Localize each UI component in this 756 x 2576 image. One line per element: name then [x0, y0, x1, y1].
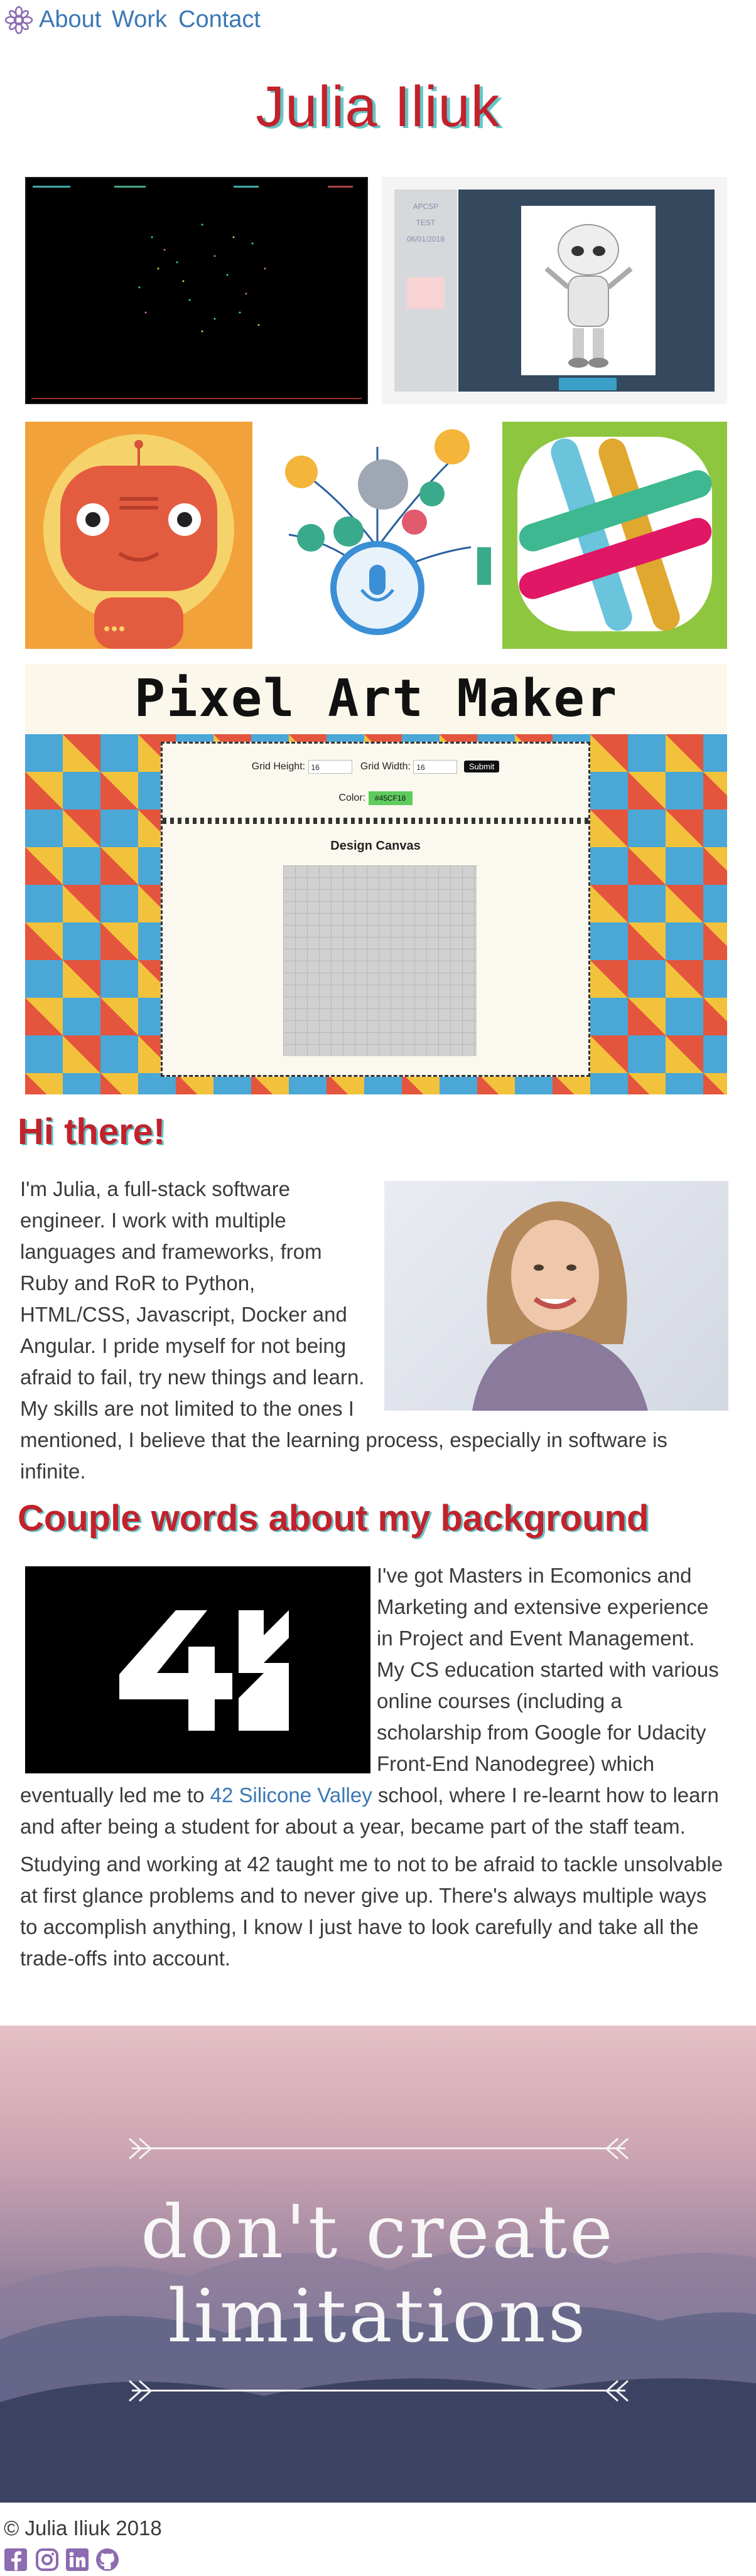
sign-in-button[interactable] [559, 378, 617, 390]
voice-assistant-illustration [285, 429, 491, 635]
background-heading: Couple words about my background [18, 1498, 649, 1539]
background-paragraph-2: Studying and working at 42 taught me to … [20, 1852, 723, 1970]
banner-divider-top [132, 2147, 625, 2149]
color-row: Color: #45CF18 [163, 791, 588, 805]
robot-image [521, 206, 656, 375]
gear-flower-icon[interactable] [4, 5, 34, 35]
grid-height-input[interactable]: 16 [308, 760, 352, 774]
project-slack-clone[interactable] [502, 422, 727, 649]
project-pixel-art-maker[interactable]: Pixel Art Maker Grid Height: 16 Grid Wid… [25, 664, 727, 1094]
project-robot-face[interactable] [25, 422, 252, 649]
quote-banner: don't create limitations [0, 2026, 756, 2503]
arrow-fletch-icon-left [129, 2137, 153, 2160]
arrow-fletch-icon-left-bottom [129, 2380, 153, 2402]
hi-heading: Hi there! [18, 1111, 166, 1152]
nav-link-contact[interactable]: Contact [178, 6, 261, 33]
grid-size-row: Grid Height: 16 Grid Width: 16 Submit [163, 760, 588, 774]
hi-text: I'm Julia, a full-stack software enginee… [20, 1173, 727, 1487]
site-title: Julia Iliuk [256, 75, 500, 139]
warning-box [407, 277, 445, 309]
panel-divider [163, 818, 588, 824]
nav-link-about[interactable]: About [39, 6, 101, 33]
test-main-panel [458, 190, 715, 392]
project-voice-assistant[interactable] [264, 422, 491, 649]
color-label: Color: [338, 793, 366, 804]
linkedin-icon[interactable] [65, 2548, 89, 2572]
game-footer-bar [31, 398, 362, 399]
color-picker[interactable]: #45CF18 [368, 791, 413, 805]
banner-quote-line-2: limitations [168, 2274, 588, 2359]
sidebar-text-course: APCSP [413, 202, 439, 211]
grid-width-input[interactable]: 16 [413, 760, 458, 774]
background-text: I've got Masters in Ecomonics and Market… [20, 1560, 727, 1974]
test-sidebar: APCSP TEST 06/01/2018 [394, 190, 457, 392]
sidebar-text-date: 06/01/2018 [406, 235, 445, 243]
project-space-game[interactable] [25, 177, 368, 404]
grid-height-label: Grid Height: [251, 761, 306, 772]
grid-width-label: Grid Width: [360, 761, 411, 772]
logo-float-spacer [20, 1560, 377, 1776]
design-canvas-title: Design Canvas [330, 839, 421, 853]
facebook-icon[interactable] [4, 2548, 28, 2572]
footer-copyright: © Julia Iliuk 2018 [4, 2516, 162, 2540]
instagram-icon[interactable] [35, 2548, 59, 2572]
arrow-head-icon-right [605, 2137, 629, 2160]
project-apcsp-test[interactable]: APCSP TEST 06/01/2018 [382, 177, 727, 404]
banner-quote-line-1: don't create [141, 2190, 615, 2275]
github-icon[interactable] [95, 2548, 119, 2572]
design-canvas-grid[interactable] [283, 865, 477, 1056]
nav-link-work[interactable]: Work [112, 6, 167, 33]
portrait-float-spacer [365, 1173, 727, 1416]
arrow-head-icon-right-bottom [605, 2380, 629, 2402]
sidebar-text-test: TEST [416, 218, 436, 227]
school-link[interactable]: 42 Silicone Valley [210, 1783, 372, 1807]
slack-logo-illustration [517, 437, 712, 631]
banner-divider-bottom [132, 2390, 625, 2392]
submit-button[interactable]: Submit [463, 761, 500, 773]
robot-face-illustration [43, 434, 234, 649]
top-nav: About Work Contact [0, 0, 756, 41]
pixel-art-title: Pixel Art Maker [134, 669, 618, 729]
pixel-art-panel: Grid Height: 16 Grid Width: 16 Submit Co… [161, 742, 590, 1077]
game-stars [138, 223, 266, 333]
